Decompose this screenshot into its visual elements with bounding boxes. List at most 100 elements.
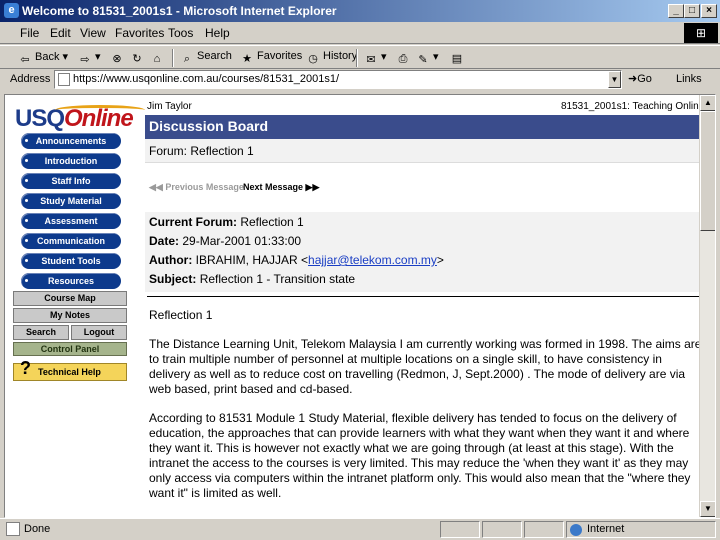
scroll-thumb[interactable] [700, 111, 715, 231]
home-icon: ⌂ [153, 53, 161, 65]
history-label: History [323, 50, 358, 62]
logout-button[interactable]: Logout [71, 325, 127, 340]
go-button[interactable]: ➜Go [628, 72, 652, 85]
close-button[interactable]: × [701, 4, 717, 18]
stop-icon: ⊗ [112, 53, 122, 65]
divider [147, 296, 703, 297]
usq-online-logo[interactable]: USQOnline [15, 105, 145, 135]
menu-edit[interactable]: Edit [50, 26, 71, 40]
message-body: Reflection 1 The Distance Learning Unit,… [149, 308, 703, 515]
internet-globe-icon [570, 524, 582, 536]
address-bar: Address https://www.usqonline.com.au/cou… [0, 70, 720, 90]
status-cell [524, 521, 564, 538]
history-button[interactable]: ◷ History [306, 50, 357, 66]
status-cell [482, 521, 522, 538]
page-icon [58, 73, 70, 86]
status-bar: Done Internet [0, 518, 720, 540]
main-content: Jim Taylor 81531_2001s1: Teaching Online… [143, 95, 704, 517]
nav-student-tools[interactable]: Student Tools [21, 253, 121, 269]
stop-button[interactable]: ⊗ [110, 50, 127, 66]
page-viewport: USQOnline Announcements Introduction Sta… [4, 94, 716, 518]
edit-button[interactable]: ✎ ▾ [416, 50, 438, 67]
status-text: Done [24, 523, 51, 535]
back-arrow-icon: ⇦ [20, 54, 30, 66]
menu-favorites[interactable]: Favorites [115, 26, 164, 40]
search-icon: ⌕ [183, 53, 191, 65]
discuss-icon: ▤ [451, 53, 463, 65]
menu-file[interactable]: File [20, 26, 39, 40]
back-button[interactable]: ⇦ Back ▾ [18, 50, 68, 67]
control-panel-button[interactable]: Control Panel [13, 342, 127, 356]
message-metadata: Current Forum: Reflection 1 Date: 29-Mar… [145, 212, 703, 292]
message-paragraph: The Distance Learning Unit, Telekom Mala… [149, 337, 702, 396]
subject-row: Subject: Reflection 1 - Transition state [149, 272, 356, 286]
page-title: Discussion Board [149, 118, 269, 134]
course-map-button[interactable]: Course Map [13, 291, 127, 306]
back-label: Back [35, 51, 60, 63]
favorites-button[interactable]: ★ Favorites [240, 50, 302, 66]
mail-icon: ✉ [366, 54, 376, 66]
user-name: Jim Taylor [147, 101, 192, 112]
search-button[interactable]: ⌕ Search [180, 50, 232, 66]
message-paragraph: Reflection 1 [149, 308, 213, 322]
windows-logo-icon: ⊞ [684, 23, 718, 43]
nav-introduction[interactable]: Introduction [21, 153, 121, 169]
author-email-link[interactable]: hajjar@telekom.com.my [308, 253, 437, 267]
previous-message-link[interactable]: ◀◀ Previous Message [149, 182, 244, 193]
maximize-button[interactable]: □ [684, 4, 700, 18]
forward-arrow-icon: ⇨ [80, 54, 90, 66]
search-nav-button[interactable]: Search [13, 325, 69, 340]
current-forum-row: Current Forum: Reflection 1 [149, 215, 304, 229]
scroll-down-icon[interactable]: ▼ [700, 501, 715, 517]
home-button[interactable]: ⌂ [150, 50, 167, 66]
menu-bar: File Edit View Favorites Toos Help ⊞ [0, 22, 720, 44]
history-icon: ◷ [308, 53, 318, 65]
toolbar-separator [356, 49, 358, 67]
menu-help[interactable]: Help [205, 26, 230, 40]
page-done-icon [6, 522, 20, 536]
nav-staff-info[interactable]: Staff Info [21, 173, 121, 189]
favorites-icon: ★ [242, 53, 252, 65]
forward-button[interactable]: ⇨ ▾ [78, 50, 100, 67]
nav-resources[interactable]: Resources [21, 273, 121, 289]
nav-announcements[interactable]: Announcements [21, 133, 121, 149]
minimize-button[interactable]: _ [668, 4, 684, 18]
message-paragraph: According to 81531 Module 1 Study Materi… [149, 411, 691, 500]
go-label: Go [637, 73, 652, 85]
refresh-icon: ↻ [132, 53, 142, 65]
discussion-board-header: Discussion Board [145, 115, 703, 139]
author-row: Author: IBRAHIM, HAJJAR <hajjar@telekom.… [149, 253, 444, 267]
menu-tools[interactable]: Toos [168, 26, 193, 40]
forum-label: Forum: [149, 144, 188, 158]
standard-toolbar: ⇦ Back ▾ ⇨ ▾ ⊗ ↻ ⌂ ⌕ Search ★ Favorites ◷ His… [0, 45, 720, 69]
technical-help-button[interactable]: ? Technical Help [13, 359, 127, 381]
links-button[interactable]: Links [676, 73, 702, 85]
address-dropdown-icon[interactable]: ▼ [608, 71, 621, 88]
forum-bar: Forum: Reflection 1 [145, 139, 703, 163]
menu-view[interactable]: View [80, 26, 106, 40]
toolbar-separator [172, 49, 174, 67]
mail-button[interactable]: ✉ ▾ [364, 50, 386, 67]
address-label: Address [10, 73, 51, 85]
print-icon: ⎙ [398, 53, 408, 65]
print-button[interactable]: ⎙ [396, 50, 413, 66]
my-notes-button[interactable]: My Notes [13, 308, 127, 323]
date-row: Date: 29-Mar-2001 01:33:00 [149, 234, 302, 248]
logo-swoosh [55, 105, 145, 115]
edit-icon: ✎ [418, 54, 428, 66]
favorites-label: Favorites [257, 50, 303, 62]
status-cell [440, 521, 480, 538]
forum-value: Reflection 1 [190, 144, 254, 158]
technical-help-label: Technical Help [38, 367, 101, 377]
search-label: Search [197, 50, 232, 62]
refresh-button[interactable]: ↻ [130, 50, 147, 66]
window-title: Welcome to 81531_2001s1 - Microsoft Inte… [22, 4, 337, 18]
nav-study-material[interactable]: Study Material [21, 193, 121, 209]
scroll-up-icon[interactable]: ▲ [700, 95, 715, 111]
nav-assessment[interactable]: Assessment [21, 213, 121, 229]
address-input[interactable]: https://www.usqonline.com.au/courses/815… [54, 70, 622, 89]
next-message-link[interactable]: Next Message ▶▶ [243, 182, 319, 193]
nav-communication[interactable]: Communication [21, 233, 121, 249]
discuss-button[interactable]: ▤ [450, 50, 467, 66]
vertical-scrollbar[interactable]: ▲ ▼ [699, 95, 715, 517]
